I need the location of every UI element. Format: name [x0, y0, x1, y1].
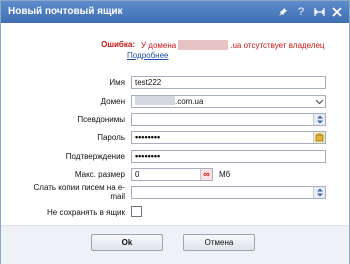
confirm-label: Подтверждение [65, 152, 125, 161]
no-store-checkbox[interactable] [131, 206, 142, 217]
copy-to-input[interactable] [131, 186, 326, 199]
redacted-domain-name [135, 96, 175, 105]
generate-password-icon[interactable] [313, 132, 325, 143]
confirm-value: •••••••• [135, 151, 161, 161]
error-suffix: .ua отсутствует владелец [230, 41, 325, 50]
name-input[interactable]: test222 [131, 76, 326, 89]
domain-label: Домен [100, 97, 125, 106]
list-expand-icon[interactable] [313, 114, 325, 125]
max-size-input[interactable]: 0 ∞ [131, 168, 213, 181]
help-icon[interactable]: ? [295, 5, 307, 19]
error-message: У домена .ua отсутствует владелец [141, 40, 350, 50]
chevron-down-icon[interactable] [313, 96, 325, 107]
unlimited-icon[interactable]: ∞ [200, 169, 212, 180]
list-expand-icon[interactable] [313, 187, 325, 198]
name-label: Имя [109, 78, 125, 87]
max-size-label: Макс. размер [74, 170, 125, 179]
aliases-label: Псевдонимы [77, 115, 125, 124]
cancel-button[interactable]: Отмена [183, 234, 255, 251]
more-info-link[interactable]: Подробнее [127, 51, 169, 60]
domain-value: .com.ua [175, 97, 204, 106]
dialog-footer [1, 225, 349, 264]
ok-button[interactable]: Ok [91, 234, 163, 251]
domain-select[interactable]: .com.ua [131, 95, 326, 108]
password-value: •••••••• [135, 132, 161, 142]
aliases-input[interactable] [131, 113, 326, 126]
close-icon[interactable] [331, 5, 343, 19]
confirm-password-input[interactable]: •••••••• [131, 150, 326, 163]
name-value: test222 [135, 78, 162, 87]
window-controls: ? [277, 5, 343, 19]
error-label: Ошибка: [101, 40, 135, 49]
no-store-label: Не сохранять в ящик [47, 208, 125, 217]
password-input[interactable]: •••••••• [131, 131, 326, 144]
dialog-title: Новый почтовый ящик [8, 6, 123, 17]
error-prefix: У домена [141, 41, 177, 50]
title-bar[interactable]: Новый почтовый ящик ? [1, 1, 349, 23]
copy-to-label: Слать копии писем на e-mail [33, 183, 125, 201]
pin-icon[interactable] [277, 5, 289, 19]
password-label: Пароль [97, 133, 125, 142]
maximize-icon[interactable] [313, 5, 325, 19]
max-size-value: 0 [135, 170, 140, 179]
max-size-unit: Мб [219, 170, 231, 179]
new-mailbox-dialog: Новый почтовый ящик ? Ошибка: У домена .u… [0, 0, 350, 264]
redacted-domain [178, 40, 229, 50]
